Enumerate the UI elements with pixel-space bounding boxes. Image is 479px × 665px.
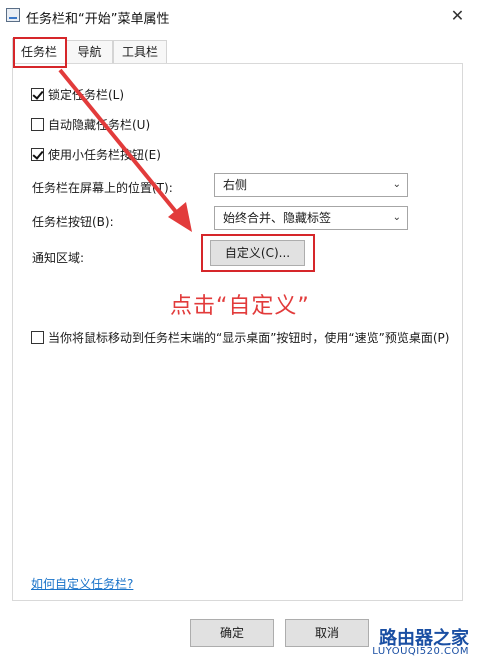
watermark-url: LUYOUQI520.COM <box>372 646 469 657</box>
annotation-arrow <box>58 68 192 232</box>
taskbar-properties-dialog: 任务栏和“开始”菜单属性 ✕ 任务栏 导航 工具栏 锁定任务栏(L) 自动隐藏任… <box>0 0 479 665</box>
annotation-text: 点击“自定义” <box>170 294 310 319</box>
